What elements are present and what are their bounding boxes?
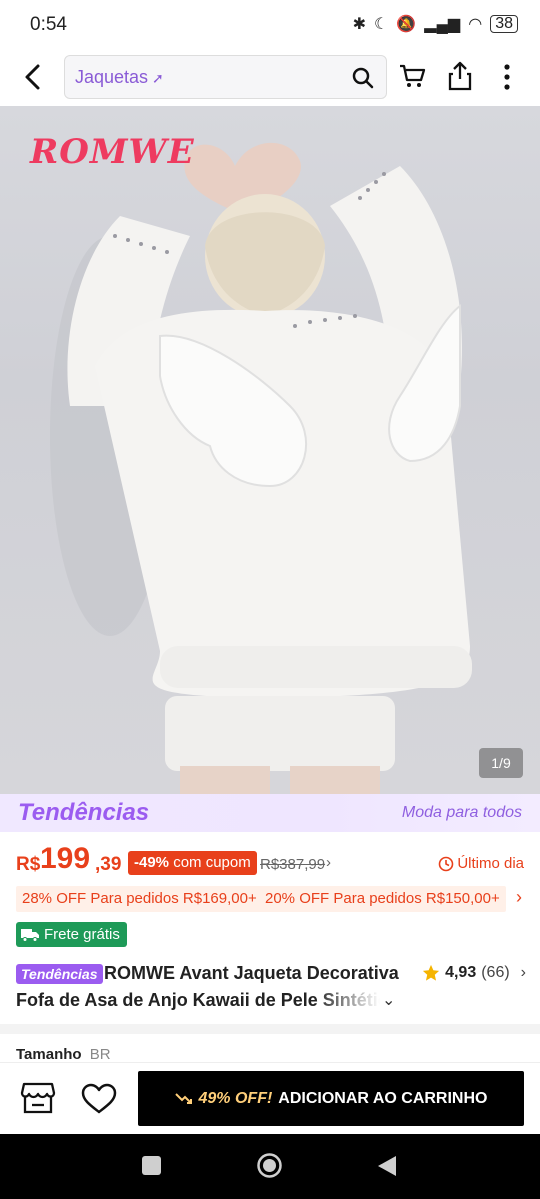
discount-tag[interactable]: 28% OFF Para pedidos R$169,00+ <box>16 886 263 912</box>
brand-logo: ROMWE <box>30 132 195 172</box>
trends-tagline: Moda para todos <box>401 804 522 821</box>
size-region[interactable]: BR <box>90 1046 111 1063</box>
chevron-right-icon[interactable]: › <box>326 854 331 871</box>
signal-icon: ▂▄▆ <box>424 16 461 33</box>
price-integer: 199 <box>40 842 91 875</box>
search-icon[interactable] <box>352 67 374 89</box>
coupon-badge[interactable]: -49% com cupom <box>128 851 257 875</box>
share-icon[interactable] <box>447 61 473 91</box>
trends-tag: Tendências <box>16 964 103 984</box>
product-photo <box>50 142 472 794</box>
product-image-carousel[interactable]: ROMWE 1/9 <box>0 106 540 794</box>
mute-icon: 🔕 <box>396 16 417 33</box>
status-icons: ✱ ☾ 🔕 ▂▄▆ ◠ 38 <box>353 14 518 34</box>
truck-icon <box>21 928 39 942</box>
heart-icon[interactable] <box>80 1083 118 1115</box>
top-nav: Jaquetas ➚ <box>0 52 540 104</box>
promo-label: 49% OFF! <box>198 1089 273 1107</box>
trending-arrow-icon: ➚ <box>148 70 164 86</box>
search-query: Jaquetas ➚ <box>75 67 164 87</box>
review-count: (66) <box>481 964 510 981</box>
rating-summary[interactable]: 4,93 (66) › <box>422 964 526 982</box>
rating-value: 4,93 <box>445 964 477 981</box>
recent-apps-icon[interactable] <box>142 1156 161 1175</box>
image-counter: 1/9 <box>479 748 523 778</box>
discount-tags[interactable]: 28% OFF Para pedidos R$169,00+ 20% OFF P… <box>0 886 540 912</box>
more-options-icon[interactable] <box>500 62 514 92</box>
star-icon <box>422 964 440 981</box>
system-nav-bar <box>0 1134 540 1199</box>
add-to-cart-button[interactable]: 49% OFF! ADICIONAR AO CARRINHO <box>138 1071 524 1126</box>
clock-icon <box>439 856 454 871</box>
trends-logo: Tendências <box>18 799 150 826</box>
chevron-right-icon[interactable]: › <box>516 887 522 908</box>
home-icon[interactable] <box>256 1152 283 1179</box>
price-currency: R$ <box>16 854 41 875</box>
status-bar: 0:54 ✱ ☾ 🔕 ▂▄▆ ◠ 38 <box>0 0 540 50</box>
section-divider <box>0 1024 540 1034</box>
size-label: Tamanho <box>16 1046 82 1063</box>
trends-banner[interactable]: Tendências Moda para todos <box>0 794 540 832</box>
product-title-block[interactable]: Tendências ROMWE Avant Jaqueta Decorativ… <box>16 962 526 1016</box>
price-decimal: ,39 <box>95 854 122 875</box>
price-row: R$ 199 ,39 -49% com cupom R$387,99 › Últ… <box>0 842 540 882</box>
battery-icon: 38 <box>490 15 518 33</box>
product-title-continued: Fofa de Asa de Anjo Kawaii de Pele Sinté… <box>16 990 380 1010</box>
bottom-action-bar: 49% OFF! ADICIONAR AO CARRINHO <box>0 1062 540 1134</box>
status-time: 0:54 <box>30 14 67 35</box>
back-arrow-icon[interactable] <box>18 62 48 92</box>
add-to-cart-label: ADICIONAR AO CARRINHO <box>278 1089 488 1107</box>
original-price[interactable]: R$387,99 <box>260 856 325 873</box>
cart-icon[interactable] <box>398 62 426 90</box>
discount-tag[interactable]: 20% OFF Para pedidos R$150,00+ <box>259 886 506 912</box>
chevron-right-icon[interactable]: › <box>521 964 526 982</box>
product-title: ROMWE Avant Jaqueta Decorativa <box>104 963 399 983</box>
wifi-icon: ◠ <box>468 16 483 33</box>
search-input[interactable]: Jaquetas ➚ <box>64 55 387 99</box>
urgency-badge: Último dia <box>438 855 524 872</box>
store-icon[interactable] <box>20 1081 56 1115</box>
chevron-down-icon[interactable]: ⌄ <box>382 990 395 1010</box>
trending-down-icon <box>174 1092 192 1104</box>
do-not-disturb-icon: ☾ <box>374 16 389 33</box>
bluetooth-icon: ✱ <box>352 16 367 33</box>
system-back-icon[interactable] <box>376 1154 398 1178</box>
free-shipping-badge: Frete grátis <box>16 922 127 947</box>
